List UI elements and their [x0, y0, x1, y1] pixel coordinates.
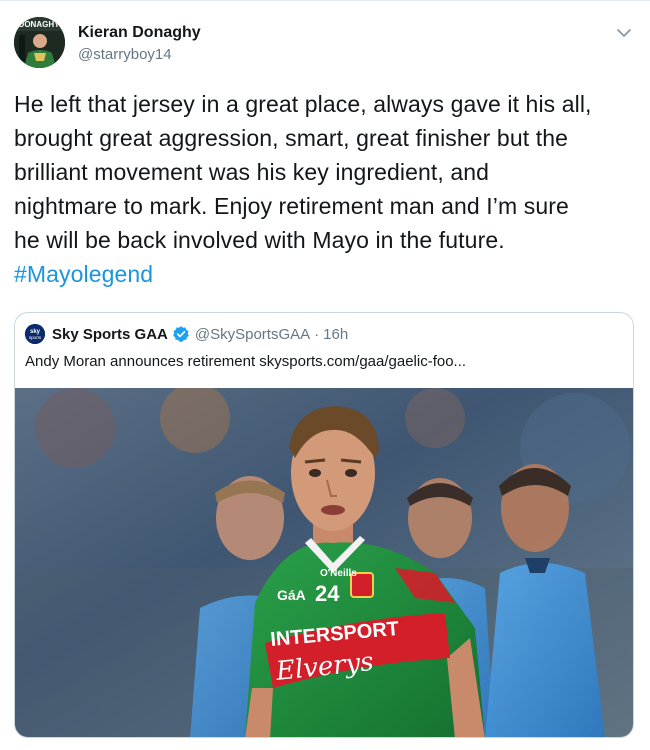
sky-sports-logo-graphic: sky sports: [25, 324, 45, 344]
chevron-down-icon: [617, 29, 631, 37]
gaa-mark: GáA: [277, 587, 306, 603]
tweet-text-line: brought great aggression, smart, great f…: [14, 125, 568, 151]
tweet-card[interactable]: DONAGHY Kieran Donaghy @starryboy14 He l…: [0, 0, 650, 750]
tweet-text-line: He left that jersey in a great place, al…: [14, 91, 592, 117]
tweet-body: He left that jersey in a great place, al…: [14, 87, 636, 291]
tweet-text-line: he will be back involved with Mayo in th…: [14, 227, 505, 253]
quoted-tweet-text: Andy Moran announces retirement skysport…: [25, 353, 467, 370]
separator-dot: ·: [314, 325, 320, 343]
quoted-handle[interactable]: @SkySportsGAA: [195, 326, 310, 343]
tweet-header: DONAGHY Kieran Donaghy @starryboy14: [14, 15, 636, 75]
avatar[interactable]: DONAGHY: [14, 17, 65, 68]
author-display-name[interactable]: Kieran Donaghy: [78, 23, 201, 43]
quoted-tweet[interactable]: sky sports Sky Sports GAA @SkySportsGAA …: [14, 312, 634, 738]
author-info[interactable]: Kieran Donaghy @starryboy14: [78, 23, 201, 65]
football-player-photo: 24 GáA O'Neills INTERSPORT Elverys: [15, 388, 633, 737]
avatar-banner-text: DONAGHY: [19, 20, 61, 29]
hashtag-link[interactable]: #Mayolegend: [14, 257, 636, 291]
tweet-menu-button[interactable]: [614, 23, 634, 43]
tweet-text-line: brilliant movement was his key ingredien…: [14, 159, 490, 185]
author-handle[interactable]: @starryboy14: [78, 45, 201, 65]
quoted-tweet-image[interactable]: 24 GáA O'Neills INTERSPORT Elverys: [15, 388, 633, 737]
verified-badge-icon: [173, 326, 189, 342]
quoted-display-name[interactable]: Sky Sports GAA: [52, 326, 168, 343]
tweet-text-line: nightmare to mark. Enjoy retirement man …: [14, 193, 569, 219]
logo-text-bottom: sports: [29, 335, 42, 340]
quoted-timestamp[interactable]: 16h: [323, 326, 348, 343]
jersey-brand: O'Neills: [320, 568, 357, 579]
jersey-number: 24: [315, 581, 340, 606]
profile-photo-icon: DONAGHY: [14, 17, 65, 68]
sky-sports-logo-icon[interactable]: sky sports: [25, 324, 45, 344]
quoted-tweet-header: sky sports Sky Sports GAA @SkySportsGAA …: [25, 323, 348, 345]
